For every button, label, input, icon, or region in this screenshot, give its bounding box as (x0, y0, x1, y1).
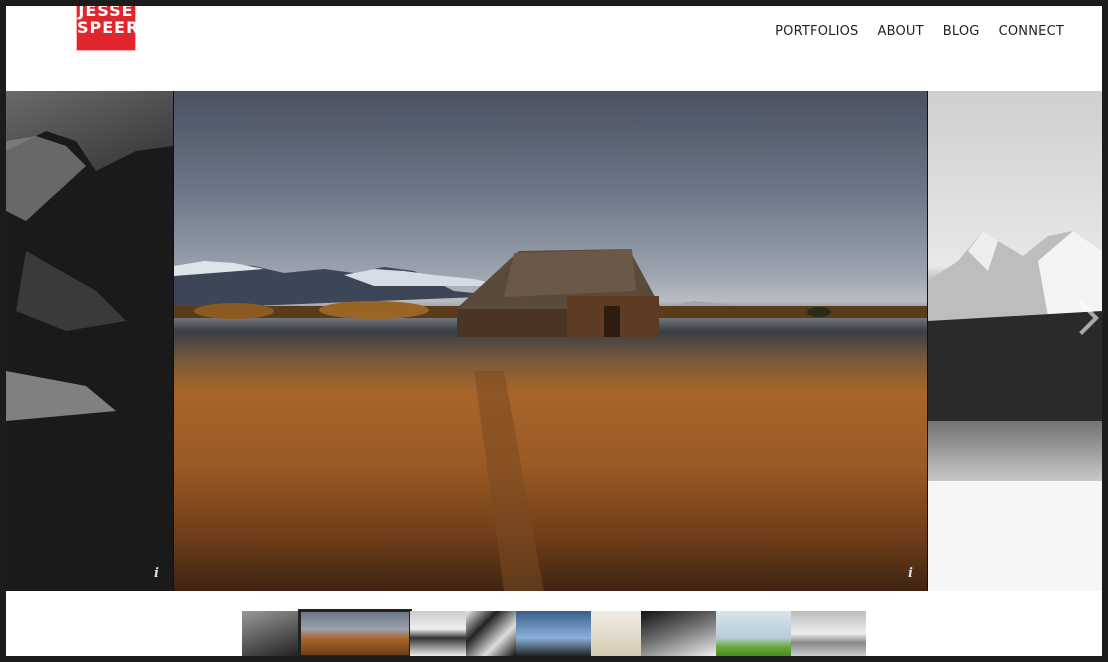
slide-next-snowy-mountain-photo[interactable] (928, 91, 1102, 591)
thumbnail-1[interactable] (242, 611, 300, 656)
info-icon[interactable]: i (154, 566, 159, 581)
thumbnail-8[interactable] (716, 611, 791, 656)
logo-line-2: SPEER (77, 18, 140, 37)
thumbnail-strip (242, 609, 866, 656)
thumbnail-4[interactable] (466, 611, 516, 656)
site-logo[interactable]: JESSE SPEER (76, 6, 140, 51)
thumbnail-2-active[interactable] (298, 609, 412, 656)
image-slider: i i (6, 91, 1102, 591)
thumbnail-9[interactable] (791, 611, 866, 656)
thumbnail-3[interactable] (410, 611, 466, 656)
nav-blog[interactable]: BLOG (943, 24, 980, 39)
nav-about[interactable]: ABOUT (878, 24, 924, 39)
main-nav: PORTFOLIOS ABOUT BLOG CONNECT (775, 24, 1064, 39)
thumbnail-6[interactable] (591, 611, 641, 656)
page: JESSE SPEER PORTFOLIOS ABOUT BLOG CONNEC… (6, 6, 1102, 656)
nav-connect[interactable]: CONNECT (999, 24, 1064, 39)
info-icon[interactable]: i (908, 566, 913, 581)
slide-current-barn-photo[interactable]: i (174, 91, 927, 591)
slide-previous-mountain-photo[interactable]: i (6, 91, 173, 591)
thumbnail-5[interactable] (516, 611, 591, 656)
thumbnail-7[interactable] (641, 611, 716, 656)
nav-portfolios[interactable]: PORTFOLIOS (775, 24, 858, 39)
